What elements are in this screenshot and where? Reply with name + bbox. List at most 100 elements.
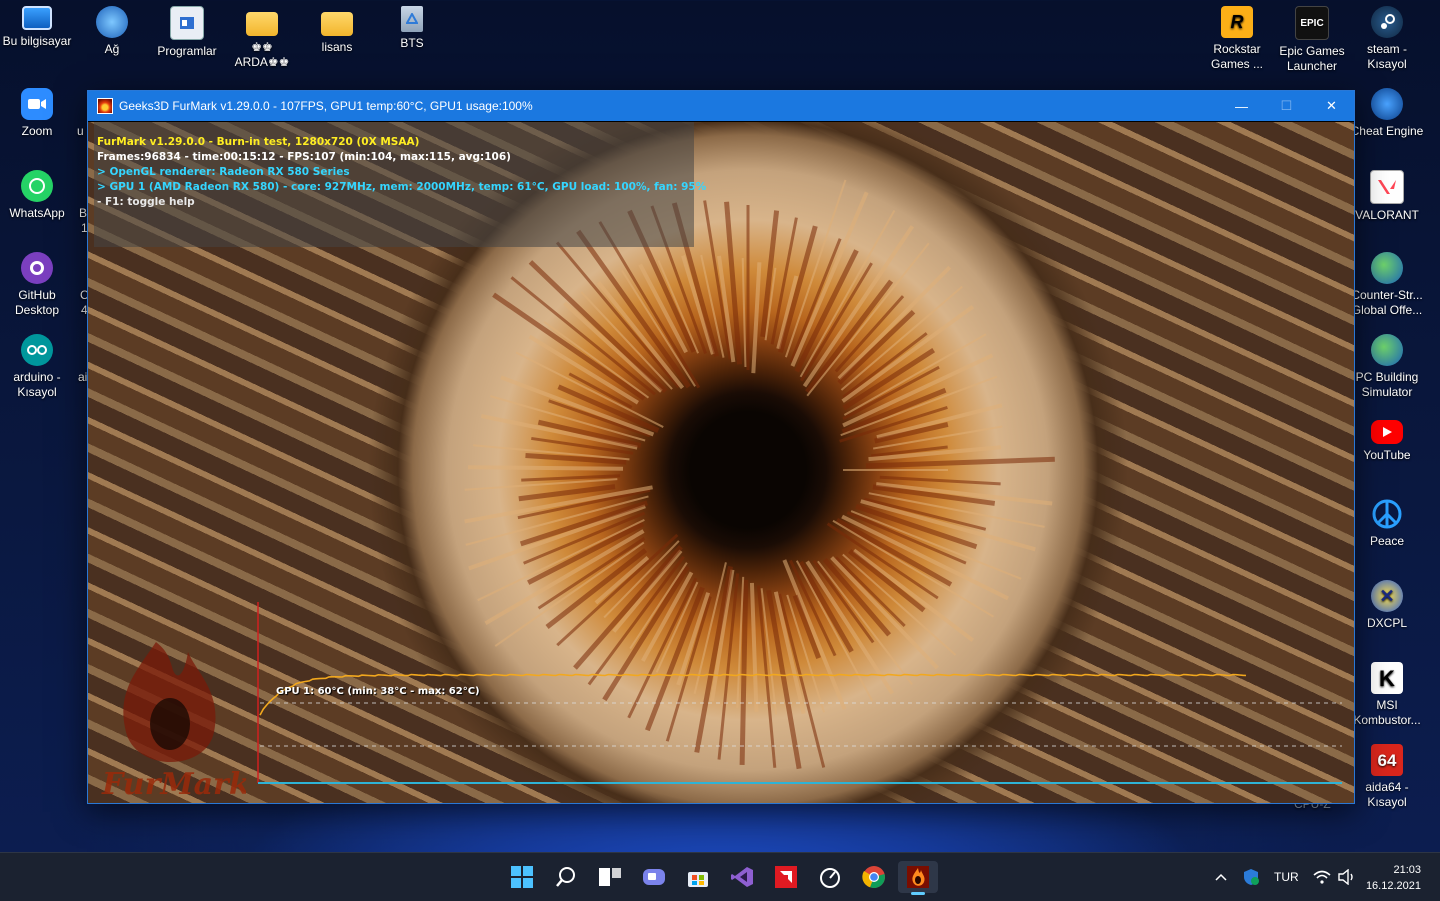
steam-icon <box>1371 6 1403 38</box>
clock-date: 16.12.2021 <box>1365 880 1421 892</box>
desktop-icon-programs[interactable]: Programlar <box>150 0 224 59</box>
system-tray: TUR <box>1214 853 1357 901</box>
desktop-icon-label: lisans <box>321 40 353 54</box>
desktop-icon-network[interactable]: Ağ <box>75 0 149 57</box>
chat-button[interactable] <box>634 861 674 893</box>
desktop-icon-arda-folder[interactable]: ♚♚ ARDA♚♚ <box>225 0 299 70</box>
search-button[interactable] <box>546 861 586 893</box>
language-indicator[interactable]: TUR <box>1274 870 1299 884</box>
minimize-button[interactable]: — <box>1219 91 1264 121</box>
desktop-icon-label: Zoom <box>21 124 53 138</box>
folder-icon <box>321 12 353 36</box>
clock[interactable]: 21:03 16.12.2021 <box>1366 862 1421 894</box>
store-icon <box>688 872 708 887</box>
desktop-icon-label: aida64 - Kısayol <box>1365 780 1409 809</box>
taskbar: TUR 21:03 16.12.2021 <box>0 852 1440 901</box>
chrome-button[interactable] <box>854 861 894 893</box>
desktop-icon-cheat-engine[interactable]: Cheat Engine <box>1350 82 1424 139</box>
arduino-icon <box>21 334 53 366</box>
desktop-icon-csgo[interactable]: Counter-Str... Global Offe... <box>1350 246 1424 318</box>
visual-studio-button[interactable] <box>722 861 762 893</box>
desktop-icon-label: Ağ <box>104 42 120 56</box>
gauge-icon <box>820 868 840 888</box>
temperature-graph <box>257 602 1342 784</box>
computer-icon <box>22 6 52 30</box>
globe-icon <box>1371 252 1403 284</box>
desktop-icon-label: arduino - Kısayol <box>13 370 61 399</box>
clipped-label: B <box>79 206 88 220</box>
desktop-icon-label: DXCPL <box>1366 616 1407 630</box>
desktop-icon-label: Programlar <box>157 44 217 58</box>
desktop-icon-zoom[interactable]: Zoom <box>0 82 74 139</box>
clipped-label: ai <box>78 370 88 384</box>
desktop-icon-label: Rockstar Games ... <box>1210 42 1263 71</box>
aida64-icon: 64 <box>1371 744 1403 776</box>
close-button[interactable]: ✕ <box>1309 91 1354 121</box>
desktop-icon-rockstar[interactable]: R Rockstar Games ... <box>1200 0 1274 72</box>
desktop-icon-epic[interactable]: EPIC Epic Games Launcher <box>1275 0 1349 74</box>
desktop-icon-bts[interactable]: BTS <box>375 0 449 51</box>
desktop-icon-arduino[interactable]: arduino - Kısayol <box>0 328 74 400</box>
clipped-label: u <box>77 124 84 138</box>
wifi-icon[interactable] <box>1313 870 1331 884</box>
desktop-icon-github[interactable]: GitHub Desktop <box>0 246 74 318</box>
desktop-icon-dxcpl[interactable]: ✕ DXCPL <box>1350 574 1424 631</box>
desktop-icon-label: steam - Kısayol <box>1366 42 1407 71</box>
furmark-button[interactable] <box>898 861 938 895</box>
desktop-icon-aida64[interactable]: 64 aida64 - Kısayol <box>1350 738 1424 810</box>
active-indicator <box>911 892 925 895</box>
desktop-icon-kombustor[interactable]: K MSI Kombustor... <box>1350 656 1424 728</box>
maximize-button[interactable]: ☐ <box>1264 91 1309 121</box>
cheat-engine-icon <box>1371 88 1403 120</box>
desktop-icon-pc-building[interactable]: PC Building Simulator <box>1350 328 1424 400</box>
amd-software-button[interactable] <box>766 861 806 893</box>
globe-icon <box>1371 334 1403 366</box>
peace-icon <box>1371 498 1403 530</box>
desktop-icon-this-pc[interactable]: Bu bilgisayar <box>0 0 74 49</box>
visual-studio-icon <box>731 867 753 887</box>
desktop-icon-peace[interactable]: Peace <box>1350 492 1424 549</box>
search-icon <box>556 867 575 887</box>
epic-games-icon: EPIC <box>1295 6 1329 40</box>
desktop-icon-label: Bu bilgisayar <box>2 34 72 48</box>
desktop-icon-youtube[interactable]: YouTube <box>1350 410 1424 463</box>
desktop-icon-label: VALORANT <box>1355 208 1419 222</box>
youtube-icon <box>1371 420 1403 444</box>
desktop-icon-valorant[interactable]: VALORANT <box>1350 164 1424 223</box>
desktop-icon-whatsapp[interactable]: WhatsApp <box>0 164 74 221</box>
desktop-icon-label: Counter-Str... Global Offe... <box>1351 288 1423 317</box>
store-button[interactable] <box>678 861 718 893</box>
start-button[interactable] <box>502 861 542 893</box>
desktop-icon-steam[interactable]: steam - Kısayol <box>1350 0 1424 72</box>
chrome-icon <box>862 866 885 889</box>
whatsapp-icon <box>21 170 53 202</box>
security-shield-icon[interactable] <box>1242 868 1260 886</box>
dxcpl-icon: ✕ <box>1371 580 1403 612</box>
graph-label: GPU 1: 60°C (min: 38°C - max: 62°C) <box>276 686 480 697</box>
desktop-icon-lisans[interactable]: lisans <box>300 0 374 55</box>
chevron-up-icon[interactable] <box>1214 872 1228 882</box>
zoom-icon <box>21 88 53 120</box>
desktop-icon-label: ♚♚ ARDA♚♚ <box>234 40 290 69</box>
task-view-button[interactable] <box>590 861 630 893</box>
furmark-icon <box>907 866 929 888</box>
window-title: Geeks3D FurMark v1.29.0.0 - 107FPS, GPU1… <box>119 99 533 113</box>
github-icon <box>21 252 53 284</box>
furmark-window[interactable]: Geeks3D FurMark v1.29.0.0 - 107FPS, GPU1… <box>87 90 1355 804</box>
amd-icon <box>775 866 797 888</box>
windows-icon <box>511 866 533 888</box>
desktop-icon-label: PC Building Simulator <box>1355 370 1419 399</box>
title-bar[interactable]: Geeks3D FurMark v1.29.0.0 - 107FPS, GPU1… <box>88 91 1354 121</box>
kombustor-icon: K <box>1371 662 1403 694</box>
speedometer-button[interactable] <box>810 861 850 893</box>
desktop-icon-label: WhatsApp <box>9 206 65 220</box>
render-viewport[interactable]: FurMark v1.29.0.0 - Burn-in test, 1280x7… <box>88 122 1354 803</box>
rockstar-icon: R <box>1221 6 1253 38</box>
folder-icon <box>246 12 278 36</box>
desktop-icon-label: MSI Kombustor... <box>1353 698 1421 727</box>
volume-icon[interactable] <box>1337 869 1357 885</box>
chat-icon <box>643 869 665 885</box>
clock-time: 21:03 <box>1393 864 1421 876</box>
network-icon <box>96 6 128 38</box>
task-view-icon <box>599 868 621 886</box>
